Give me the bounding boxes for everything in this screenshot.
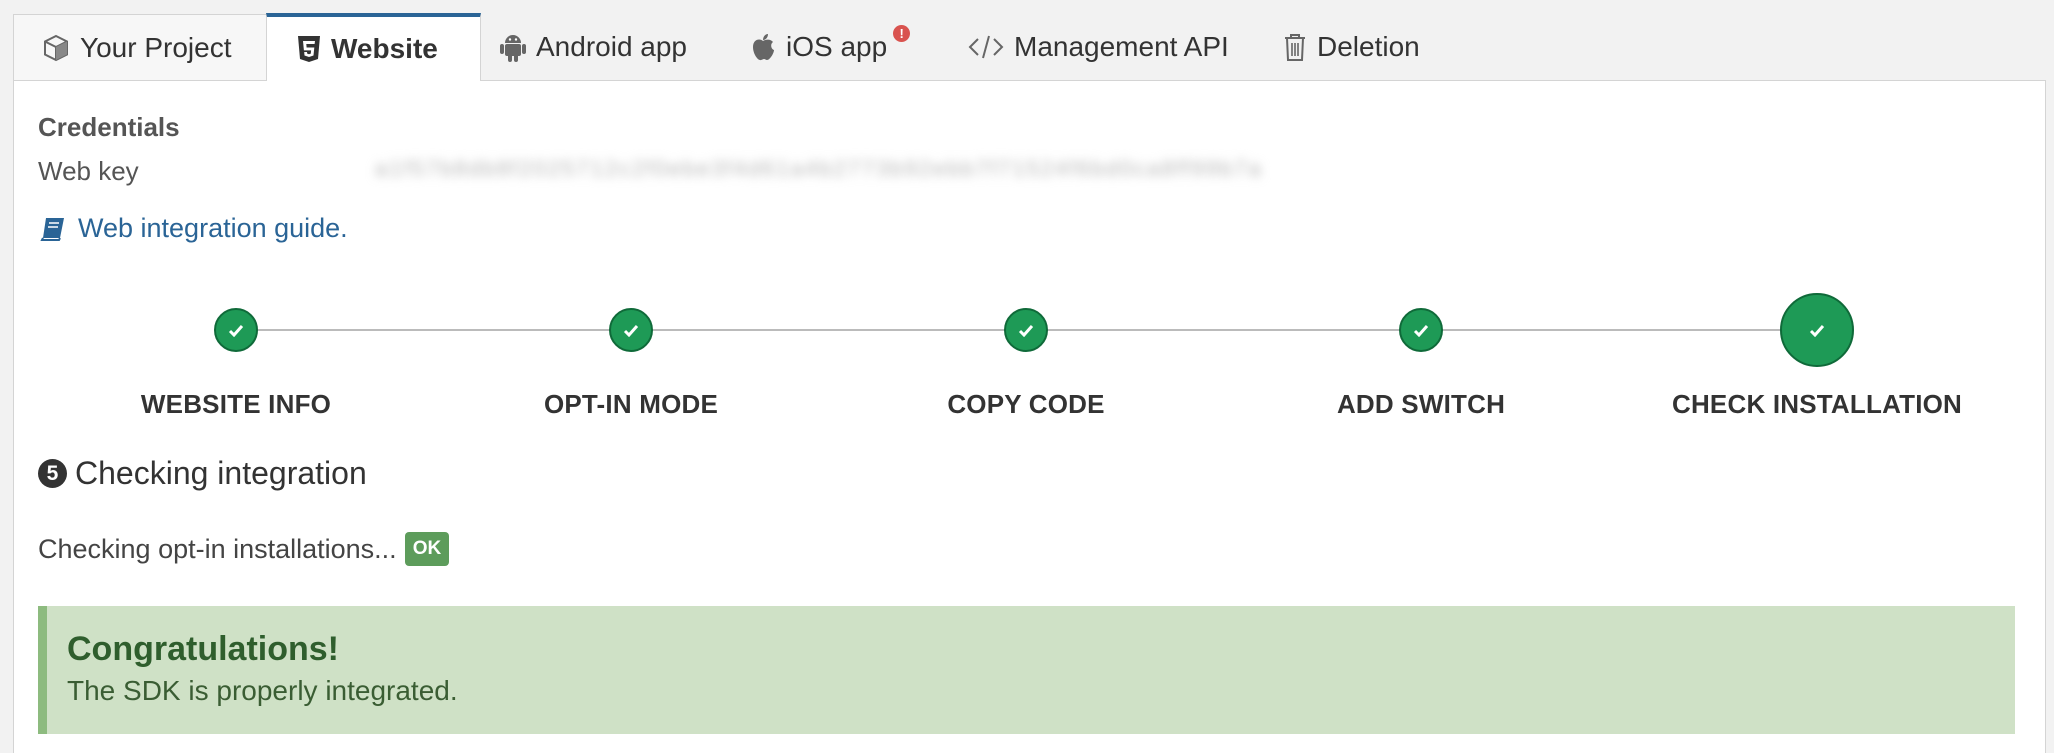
tab-ios-app[interactable]: iOS app ! — [750, 14, 911, 80]
step-1-circle[interactable] — [214, 308, 258, 352]
step-4-circle[interactable] — [1399, 308, 1443, 352]
tab-label: Management API — [1014, 31, 1229, 62]
step-5-label: CHECK INSTALLATION — [1671, 389, 1963, 419]
ok-badge: OK — [404, 532, 450, 566]
alert-title: Congratulations! — [67, 630, 339, 668]
cube-icon — [42, 34, 70, 62]
check-icon — [228, 324, 244, 337]
book-icon — [40, 216, 66, 242]
guide-label: Web integration guide. — [78, 213, 348, 243]
check-icon — [1809, 324, 1825, 337]
trash-icon — [1283, 32, 1307, 62]
check-icon — [1413, 324, 1429, 337]
tab-label: Android app — [536, 31, 688, 62]
section-title: Checking integration — [75, 455, 367, 491]
step-2-label: OPT-IN MODE — [543, 389, 719, 419]
web-key-value[interactable]: a1f57b8db8f2025712c2f0ebe3f4d61a4b2773b9… — [375, 156, 1315, 188]
tab-deletion[interactable]: Deletion — [1283, 14, 1420, 80]
tab-label: Website — [331, 33, 438, 64]
check-icon — [623, 324, 639, 337]
step-3-label: COPY CODE — [947, 389, 1105, 419]
alert-message: The SDK is properly integrated. — [67, 675, 458, 706]
tab-your-project[interactable]: Your Project — [13, 14, 268, 80]
check-icon — [1018, 324, 1034, 337]
step-2-circle[interactable] — [609, 308, 653, 352]
step-4-label: ADD SWITCH — [1336, 389, 1506, 419]
apple-icon — [750, 32, 776, 62]
section-heading: 5 Checking integration — [38, 455, 367, 492]
credentials-heading: Credentials — [38, 112, 180, 142]
tab-bar: Your Project Website Android app iOS app… — [13, 13, 2044, 81]
html5-icon — [297, 35, 321, 63]
step-3-circle[interactable] — [1004, 308, 1048, 352]
tab-website[interactable]: Website — [266, 13, 481, 81]
step-5-circle[interactable] — [1780, 293, 1854, 367]
warning-badge: ! — [893, 24, 911, 42]
web-key-label: Web key — [38, 156, 139, 186]
check-text: Checking opt-in installations... — [38, 533, 397, 564]
check-status: Checking opt-in installations... OK — [38, 532, 450, 566]
tab-android-app[interactable]: Android app — [500, 14, 687, 80]
tab-label: Your Project — [80, 31, 232, 63]
tab-label: iOS app — [786, 31, 888, 62]
web-integration-guide-link[interactable]: Web integration guide. — [40, 213, 348, 244]
code-icon — [968, 34, 1004, 60]
tab-management-api[interactable]: Management API — [968, 14, 1229, 80]
android-icon — [500, 32, 526, 62]
tab-label: Deletion — [1317, 31, 1420, 62]
success-alert: Congratulations! The SDK is properly int… — [38, 606, 2015, 734]
step-1-label: WEBSITE INFO — [140, 389, 332, 419]
step-number-badge: 5 — [38, 459, 67, 488]
